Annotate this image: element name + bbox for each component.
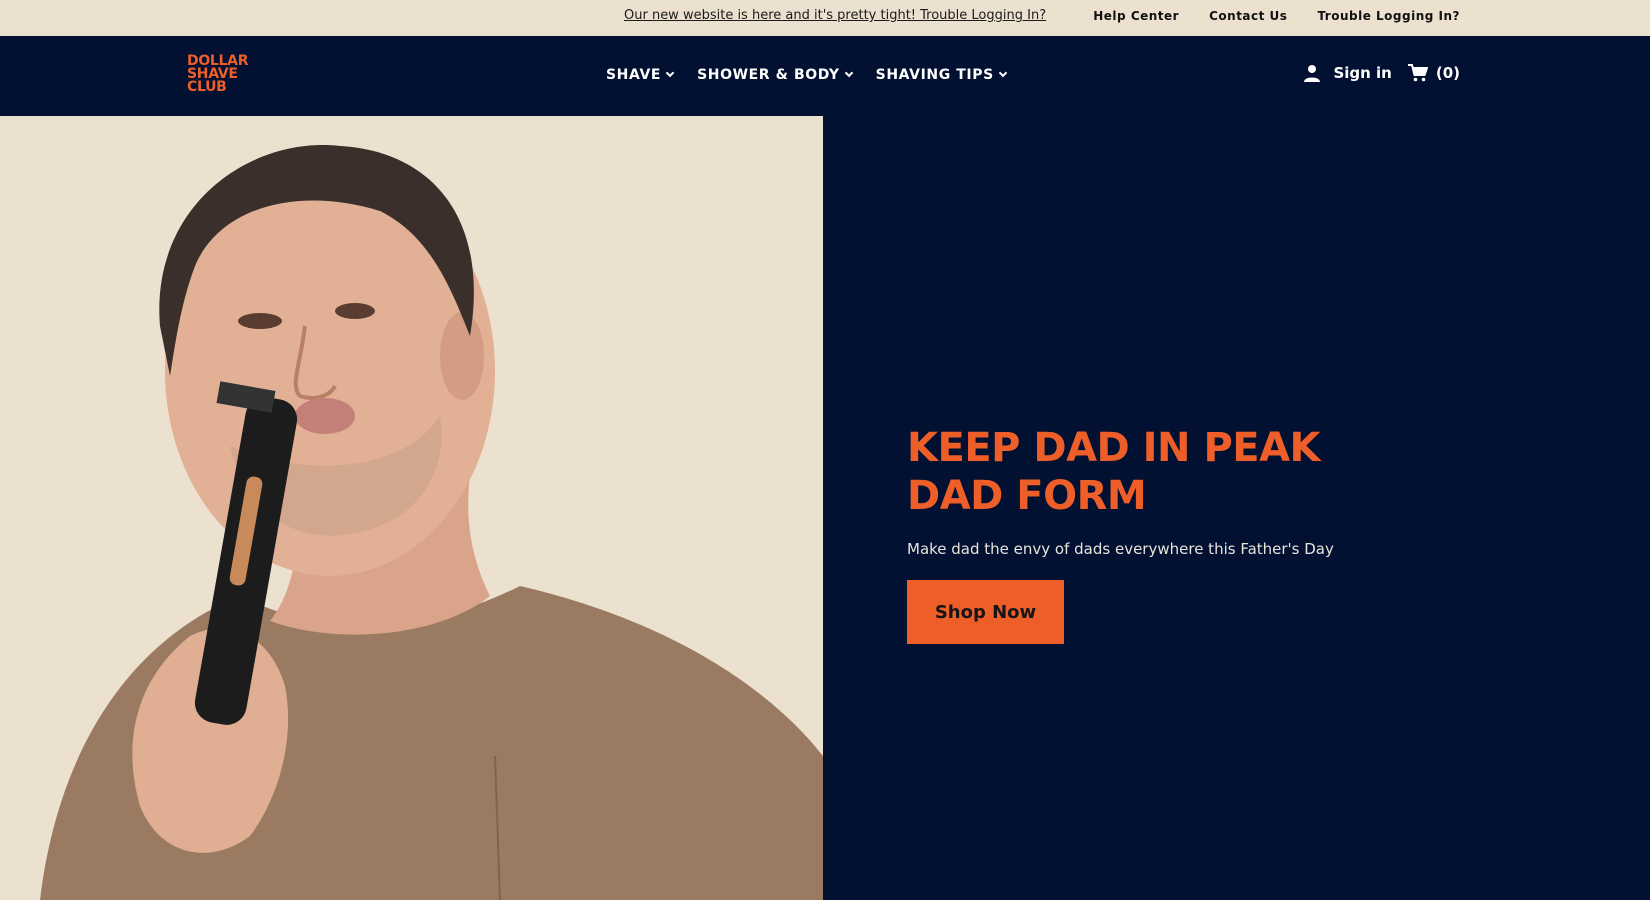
hero-photo-illustration (40, 145, 823, 900)
user-icon (1304, 65, 1321, 82)
nav-item-shave[interactable]: SHAVE (606, 67, 675, 83)
sign-in-label: Sign in (1333, 64, 1392, 82)
hero-subhead: Make dad the envy of dads everywhere thi… (907, 540, 1334, 558)
nav-item-shaving-tips[interactable]: SHAVING TIPS (875, 67, 1008, 83)
announcement-bar: Our new website is here and it's pretty … (0, 0, 1650, 36)
nav-item-label: SHAVE (606, 67, 662, 83)
cart-button[interactable]: (0) (1407, 64, 1460, 82)
cart-count: (0) (1435, 64, 1460, 82)
main-nav: SHAVE SHOWER & BODY SHAVING TIPS (606, 67, 1008, 83)
announcement-link[interactable]: Our new website is here and it's pretty … (624, 8, 1046, 23)
hero-section: KEEP DAD IN PEAK DAD FORM Make dad the e… (0, 116, 1650, 900)
nav-item-label: SHOWER & BODY (697, 67, 840, 83)
trouble-logging-in-link[interactable]: Trouble Logging In? (1317, 9, 1460, 23)
chevron-down-icon (998, 68, 1008, 78)
hero-image (0, 116, 823, 900)
sign-in-button[interactable]: Sign in (1303, 64, 1392, 82)
chevron-down-icon (844, 68, 853, 78)
hero-text-panel: KEEP DAD IN PEAK DAD FORM Make dad the e… (823, 116, 1650, 900)
nav-item-label: SHAVING TIPS (875, 67, 994, 83)
help-center-link[interactable]: Help Center (1093, 9, 1179, 23)
contact-us-link[interactable]: Contact Us (1209, 9, 1287, 23)
main-navbar: DOLLAR SHAVE CLUB SHAVE SHOWER & BODY SH… (0, 36, 1650, 116)
nav-item-shower-body[interactable]: SHOWER & BODY (697, 67, 853, 83)
hero-headline: KEEP DAD IN PEAK DAD FORM (907, 425, 1321, 519)
utility-links: Help Center Contact Us Trouble Logging I… (1093, 9, 1460, 23)
logo[interactable]: DOLLAR SHAVE CLUB (187, 54, 259, 95)
logo-line: CLUB (187, 79, 227, 95)
account-area: Sign in (0) (1303, 64, 1460, 82)
cart-icon (1407, 64, 1428, 82)
shop-now-button[interactable]: Shop Now (907, 580, 1064, 644)
chevron-down-icon (665, 68, 675, 78)
